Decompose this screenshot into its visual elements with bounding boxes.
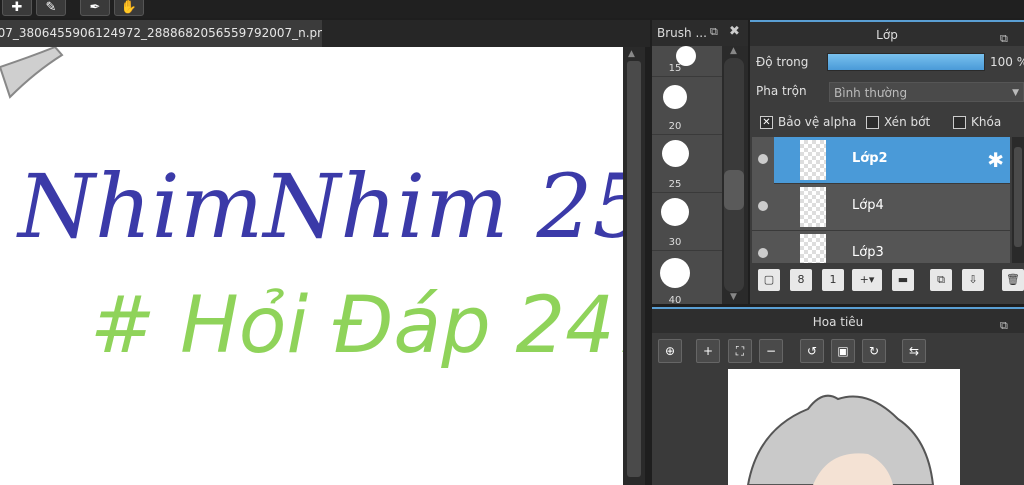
scroll-thumb[interactable] [724,170,744,210]
scroll-thumb[interactable] [627,61,641,477]
canvas-artwork: NhimNhim 25 # Hỏi Đáp 247 [0,47,623,371]
reset-view-icon[interactable]: ▣ [831,339,855,363]
close-icon[interactable]: ✖ [729,24,740,39]
trash-icon[interactable]: 🗑 [1002,269,1024,291]
zoom-out-icon[interactable]: − [759,339,783,363]
layer-name: Lớp2 [852,151,888,166]
eraser-tool-icon[interactable]: ✎ [36,0,66,16]
lock-checkbox[interactable] [953,116,966,129]
scroll-up-icon[interactable]: ▲ [628,49,635,59]
opacity-slider[interactable] [827,53,985,71]
scroll-down-icon[interactable]: ▼ [730,292,737,302]
layer-thumbnail [800,234,826,263]
scroll-thumb[interactable] [1014,147,1022,247]
brush-size-label: 40 [668,295,682,304]
folder-icon[interactable]: ▬ [892,269,914,291]
popout-icon[interactable]: ⧉ [1000,313,1008,339]
brush-panel: Brush ... ⧉ ✖ 15 20 25 30 40 ▲ ▼ [652,20,748,304]
brush-size-label: 15 [668,63,682,74]
rotate-right-icon[interactable]: ↻ [862,339,886,363]
layer-row[interactable]: Lớp4 [752,184,1010,231]
layer-panel: Lớp ⧉ Độ trong 100 % Pha trộn Bình thườn… [750,20,1024,304]
brush-dot-icon [661,198,689,226]
brush-size-item[interactable]: 20 [652,76,722,135]
navigator-panel-header: Hoa tiêu ⧉ [652,307,1024,333]
scroll-up-icon[interactable]: ▲ [730,46,737,56]
brush-size-label: 30 [668,237,682,248]
brush-dot-icon [662,140,689,167]
blend-mode-label: Pha trộn [756,84,807,98]
layer-row-selected[interactable]: Lớp2 ✱ [774,137,1010,184]
blend-mode-select[interactable]: Bình thường ▼ [829,82,1024,102]
protect-alpha-checkbox[interactable]: ✕ [760,116,773,129]
brush-dot-icon [660,258,690,288]
layer-thumbnail [800,140,826,180]
visibility-icon[interactable] [758,154,768,164]
navigator-panel: Hoa tiêu ⧉ ⊕ + ⛶ − ↺ ▣ ↻ ⇆ [652,307,1024,485]
canvas-vertical-scrollbar[interactable]: ▲ [623,47,645,485]
brush-size-label: 25 [668,179,682,190]
visibility-icon[interactable] [758,248,768,258]
character-hair-fragment [0,47,64,99]
merge-layer-icon[interactable]: ⇩ [962,269,984,291]
layer-name: Lớp4 [852,198,884,213]
brush-dot-icon [663,85,687,109]
move-tool-icon[interactable]: ✚ [2,0,32,16]
opacity-value: 100 % [990,55,1024,69]
layer-panel-header: Lớp ⧉ [750,20,1024,46]
clip-checkbox[interactable] [866,116,879,129]
layer-list: Lớp2 ✱ Lớp4 Lớp3 [752,137,1010,263]
brush-size-label: 20 [668,121,682,132]
layer-thumbnail [800,187,826,227]
duplicate-layer-icon[interactable]: ⧉ [930,269,952,291]
chevron-down-icon: ▼ [1012,88,1019,98]
popout-icon[interactable]: ⧉ [1000,26,1008,52]
gear-icon[interactable]: ✱ [987,148,1004,172]
navigator-preview-image [746,394,935,485]
clip-label: Xén bớt [884,115,931,129]
brush-list-scrollbar[interactable]: ▲ ▼ [722,46,748,304]
brush-size-list: 15 20 25 30 40 [652,46,722,304]
pen-tool-icon[interactable]: ✒ [80,0,110,16]
new-8bit-layer-icon[interactable]: 8 [790,269,812,291]
layer-list-scrollbar[interactable] [1012,137,1024,263]
rotate-left-icon[interactable]: ↺ [800,339,824,363]
top-toolbar: ✚ ✎ ✒ ✋ [0,0,1024,18]
blend-mode-value: Bình thường [834,86,908,100]
fit-screen-icon[interactable]: ⛶ [728,339,752,363]
navigator-panel-title: Hoa tiêu [812,315,864,329]
popout-icon[interactable]: ⧉ [710,25,718,39]
brush-size-item[interactable]: 30 [652,192,722,251]
navigator-preview[interactable] [728,369,960,485]
brush-panel-title: Brush ... [657,26,707,40]
tab-bar-empty [322,20,650,47]
visibility-icon[interactable] [758,201,768,211]
brush-size-item[interactable]: 40 [652,250,722,304]
lock-label: Khóa [971,115,1002,129]
document-tab[interactable]: 707_3806455906124972_2888682056559792007… [0,20,322,47]
layer-action-bar: ▢ 8 1 +▾ ▬ ⧉ ⇩ 🗑 [750,265,1024,301]
add-layer-menu-icon[interactable]: +▾ [852,269,882,291]
zoom-actual-icon[interactable]: ⊕ [658,339,682,363]
flip-horizontal-icon[interactable]: ⇆ [902,339,926,363]
drawing-canvas[interactable]: NhimNhim 25 # Hỏi Đáp 247 [0,47,623,485]
opacity-label: Độ trong [756,55,809,69]
new-layer-icon[interactable]: ▢ [758,269,780,291]
document-tab-title: 707_3806455906124972_2888682056559792007… [0,26,322,40]
canvas-text-line2: # Hỏi Đáp 247 [90,281,623,371]
brush-panel-header: Brush ... ⧉ ✖ [652,20,748,46]
zoom-in-icon[interactable]: + [696,339,720,363]
protect-alpha-label: Bảo vệ alpha [778,115,857,129]
layer-name: Lớp3 [852,245,884,260]
canvas-text-line1: NhimNhim 25 [16,155,623,258]
brush-size-item[interactable]: 15 [652,46,722,77]
hand-tool-icon[interactable]: ✋ [114,0,144,16]
layer-panel-title: Lớp [876,28,898,42]
layer-row[interactable]: Lớp3 [752,231,1010,263]
new-1bit-layer-icon[interactable]: 1 [822,269,844,291]
brush-size-item[interactable]: 25 [652,134,722,193]
